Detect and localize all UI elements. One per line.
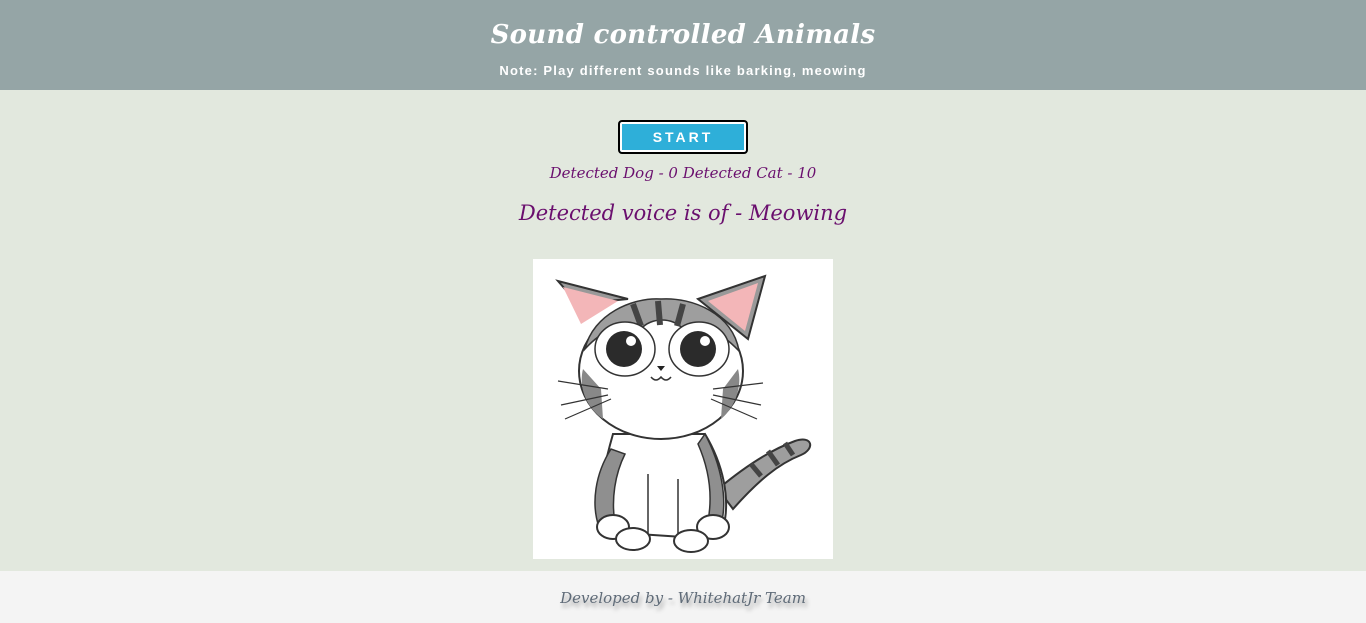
- cat-illustration-icon: [555, 274, 811, 553]
- header-note: Note: Play different sounds like barking…: [499, 63, 867, 78]
- detection-counts: Detected Dog - 0 Detected Cat - 10: [549, 164, 817, 182]
- page-title: Sound controlled Animals: [490, 20, 876, 50]
- footer-credit: Developed by - WhitehatJr Team: [560, 589, 806, 607]
- start-button[interactable]: START: [618, 120, 748, 154]
- page-header: Sound controlled Animals Note: Play diff…: [0, 0, 1366, 90]
- page-footer: Developed by - WhitehatJr Team: [0, 571, 1366, 623]
- detected-voice-label: Detected voice is of - Meowing: [518, 201, 848, 225]
- animal-image: [533, 259, 833, 559]
